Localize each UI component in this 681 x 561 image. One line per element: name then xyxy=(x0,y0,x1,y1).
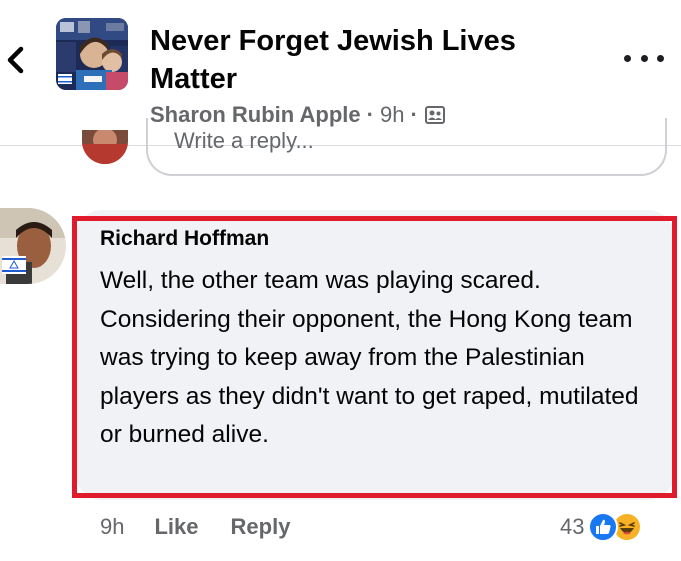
reaction-summary[interactable]: 43 xyxy=(560,509,643,545)
more-horizontal-icon xyxy=(624,54,631,62)
comment-author[interactable]: Richard Hoffman xyxy=(100,227,269,251)
commenter-avatar[interactable] xyxy=(0,208,66,284)
reaction-count: 43 xyxy=(560,514,585,539)
group-cover-thumbnail[interactable] xyxy=(56,18,128,90)
more-options-button[interactable] xyxy=(624,48,664,68)
comment-thread-screen: Never Forget Jewish Lives Matter Sharon … xyxy=(0,0,681,561)
comment-time[interactable]: 9h xyxy=(100,514,124,540)
reply-placeholder: Write a reply... xyxy=(174,128,314,153)
comment-text: Well, the other team was playing scared.… xyxy=(100,267,639,448)
back-button[interactable] xyxy=(2,40,28,80)
group-title[interactable]: Never Forget Jewish Lives Matter xyxy=(150,22,570,98)
reply-avatar xyxy=(82,130,128,164)
like-reaction-icon xyxy=(588,512,619,542)
reply-input[interactable]: Write a reply... xyxy=(146,118,667,176)
group-cover-image xyxy=(56,18,128,90)
like-button[interactable]: Like xyxy=(154,514,198,540)
chevron-left-icon xyxy=(7,46,24,74)
reply-button[interactable]: Reply xyxy=(231,514,291,540)
reply-avatar-image xyxy=(82,130,128,164)
commenter-avatar-image xyxy=(0,208,66,284)
comment-actions: 9h Like Reply xyxy=(100,511,322,543)
